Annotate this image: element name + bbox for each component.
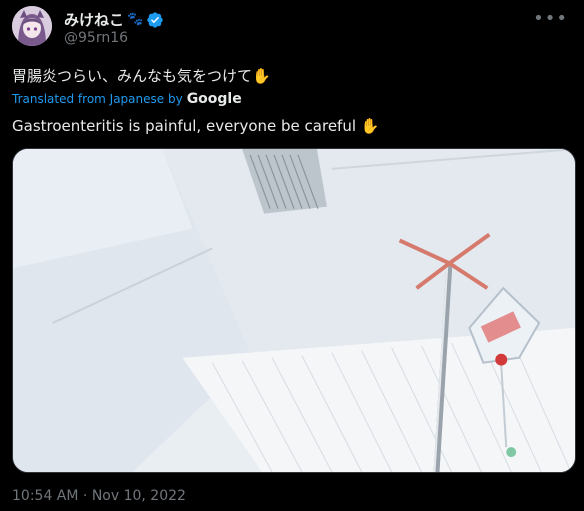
author-name-row[interactable]: みけねこ 🐾 [64,9,164,30]
tweet-original-text: 胃腸炎つらい、みんなも気をつけて✋ [12,66,271,86]
tweet-timestamp[interactable]: 10:54 AM · Nov 10, 2022 [12,488,186,504]
paw-print-icon: 🐾 [127,12,144,27]
more-options-icon[interactable]: ••• [533,8,568,29]
iv-drip-stand-image [13,149,575,472]
raised-hand-emoji: ✋ [360,117,380,135]
raised-hand-emoji: ✋ [252,67,271,85]
translation-attribution: Translated from Japanese by Google [12,91,242,107]
original-text: 胃腸炎つらい、みんなも気をつけて [12,67,253,85]
timestamp-time: 10:54 AM [12,488,79,504]
translated-from-link[interactable]: Translated from Japanese by [12,92,183,106]
timestamp-separator: · [78,488,92,504]
author-handle[interactable]: @95rn16 [64,30,128,46]
verified-badge-icon [147,11,163,28]
translated-text: Gastroenteritis is painful, everyone be … [12,117,357,135]
tweet-header: みけねこ 🐾 @95rn16 ••• [12,6,572,48]
display-name[interactable]: みけねこ [64,9,124,30]
tweet-translated-text: Gastroenteritis is painful, everyone be … [12,116,379,136]
tweet-photo[interactable] [12,148,576,473]
avatar-image [12,6,52,46]
timestamp-date: Nov 10, 2022 [91,488,186,504]
avatar[interactable] [12,6,52,46]
google-logo: Google [186,91,242,107]
